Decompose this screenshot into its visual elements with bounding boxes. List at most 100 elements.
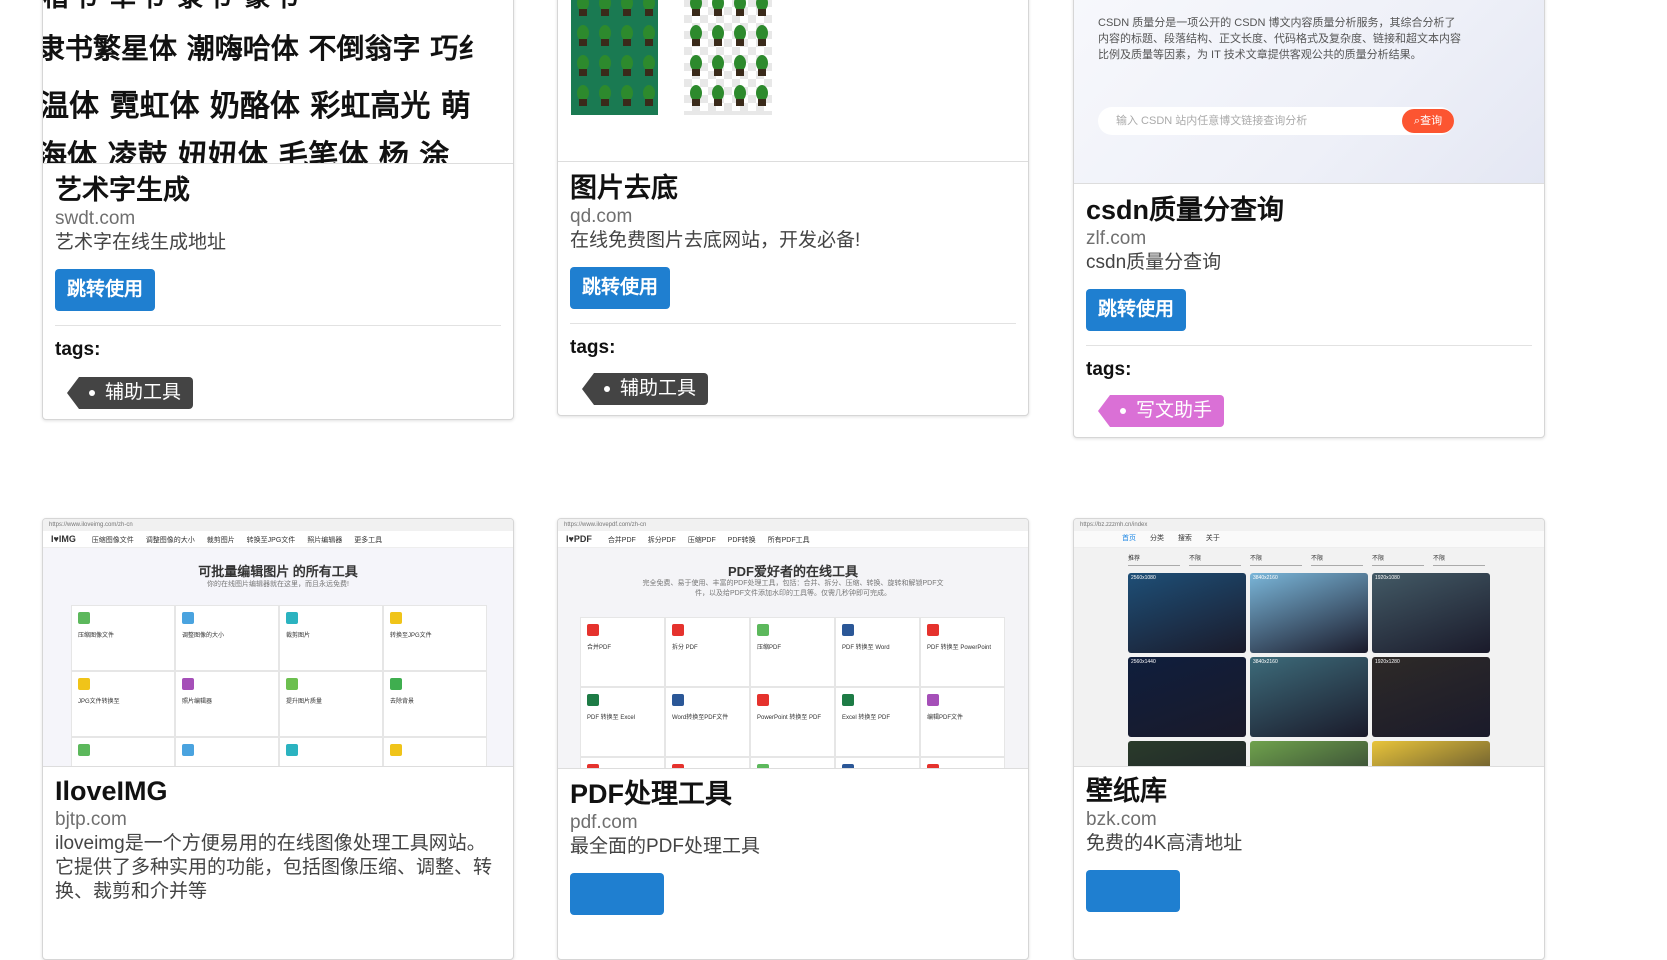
- tool-tile-label: 裁剪图片: [286, 633, 311, 639]
- tool-tile[interactable]: Word转换至PDF文件: [665, 687, 750, 757]
- tool-tile[interactable]: PDF 转换至 PowerPoint: [920, 617, 1005, 687]
- tool-tile[interactable]: [71, 737, 175, 766]
- tool-tile[interactable]: 压缩图像文件: [71, 605, 175, 671]
- jump-use-button[interactable]: 跳转使用: [55, 269, 156, 311]
- tool-tile[interactable]: PowerPoint 转换至 PDF: [750, 687, 835, 757]
- card-title[interactable]: PDF处理工具: [570, 777, 1016, 811]
- tool-tile[interactable]: PDF 转换至 Word: [835, 617, 920, 687]
- wallpaper-thumb[interactable]: [1250, 741, 1368, 766]
- tool-tile-label: Word转换至PDF文件: [672, 715, 729, 721]
- csdn-search-box[interactable]: 输入 CSDN 站内任意博文链接查询分析 ⌕查询: [1098, 107, 1454, 135]
- card-title[interactable]: IloveIMG: [55, 774, 501, 808]
- resolution-label: 2560x1440: [1131, 659, 1156, 665]
- nav-item: 搜索: [1177, 535, 1192, 542]
- tool-tile-label: PDF 转换至 PowerPoint: [927, 645, 992, 651]
- tool-icon: [927, 624, 939, 636]
- jump-use-button[interactable]: [1086, 870, 1180, 912]
- wallpaper-thumb[interactable]: 2560x1080: [1128, 573, 1246, 653]
- tool-tile[interactable]: [580, 757, 665, 768]
- filter-select[interactable]: 不限: [1433, 553, 1485, 566]
- tool-tile[interactable]: [383, 737, 487, 766]
- wallpaper-thumb[interactable]: [1372, 741, 1490, 766]
- filter-select[interactable]: 不限: [1250, 553, 1302, 566]
- card-thumbnail[interactable]: https://www.ilovepdf.com/zh-cn I♥PDF 合并P…: [558, 519, 1028, 769]
- tool-card-pdf: https://www.ilovepdf.com/zh-cn I♥PDF 合并P…: [557, 518, 1029, 960]
- nav-item: 首页: [1122, 535, 1136, 542]
- tag-badge[interactable]: 辅助工具: [581, 373, 709, 405]
- filter-select[interactable]: 不限: [1189, 553, 1241, 566]
- sprite-pot: [736, 39, 744, 46]
- iloveimg-logo: I♥IMG: [51, 534, 76, 544]
- tool-tile[interactable]: 编辑PDF文件: [920, 687, 1005, 757]
- tool-tile[interactable]: 去除背景: [383, 671, 487, 737]
- wallpaper-thumb[interactable]: 1920x1080: [1372, 573, 1490, 653]
- tool-tile[interactable]: 转换至JPG文件: [383, 605, 487, 671]
- tool-tile[interactable]: Excel 转换至 PDF: [835, 687, 920, 757]
- tool-tile[interactable]: PDF 转换至 Excel: [580, 687, 665, 757]
- jump-use-button[interactable]: 跳转使用: [570, 267, 671, 309]
- card-thumbnail[interactable]: https://bz.zzzmh.cn/index 首页 分类 搜索 关于 推荐…: [1074, 519, 1544, 767]
- resolution-label: 3840x2160: [1253, 575, 1278, 581]
- tool-tile[interactable]: 裁剪图片: [279, 605, 383, 671]
- tag-badge[interactable]: 写文助手: [1097, 395, 1225, 427]
- art-font-row: 温体 霓虹体 奶酪体 彩虹高光 萌: [43, 89, 471, 124]
- tool-tile-label: PDF 转换至 Excel: [587, 715, 636, 721]
- jump-use-button[interactable]: [570, 873, 664, 915]
- sprite-plant: [756, 25, 768, 41]
- search-input[interactable]: 输入 CSDN 站内任意博文链接查询分析: [1116, 107, 1307, 135]
- card-description: 免费的4K高清地址: [1086, 833, 1243, 854]
- tool-tile[interactable]: [920, 757, 1005, 768]
- wallpaper-thumb[interactable]: [1128, 741, 1246, 766]
- sprite-pot: [736, 99, 744, 106]
- art-font-row: 海体 凌鼓 妞妞体 毛笔体 杨 涂: [43, 139, 450, 164]
- tool-tile[interactable]: JPG文件转换至: [71, 671, 175, 737]
- wallpaper-thumb[interactable]: 1920x1280: [1372, 657, 1490, 737]
- tool-tile[interactable]: 照片编辑器: [175, 671, 279, 737]
- tool-tile[interactable]: 合并PDF: [580, 617, 665, 687]
- jump-use-button[interactable]: 跳转使用: [1086, 289, 1187, 331]
- csdn-intro-text: CSDN 质量分是一项公开的 CSDN 博文内容质量分析服务，其综合分析了内容的…: [1098, 17, 1461, 61]
- tool-tile[interactable]: 拆分 PDF: [665, 617, 750, 687]
- filter-select[interactable]: 不限: [1311, 553, 1363, 566]
- sprite-pot: [758, 99, 766, 106]
- tag-badge[interactable]: 辅助工具: [66, 377, 194, 409]
- sprite-plant: [734, 25, 746, 41]
- card-title[interactable]: csdn质量分查询: [1086, 193, 1532, 227]
- wallpaper-thumb[interactable]: 3840x2160: [1250, 573, 1368, 653]
- nav-item: 更多工具: [354, 537, 383, 544]
- sprite-pot: [645, 9, 653, 16]
- wallpaper-thumb[interactable]: 3840x2160: [1250, 657, 1368, 737]
- card-thumbnail[interactable]: [558, 0, 1028, 162]
- tool-card-art-font: 楷书 草书 隶书 篆书 隶书繁星体 潮嗨哈体 不倒翁字 巧纟 温体 霓虹体 奶酪…: [42, 0, 514, 420]
- card-title[interactable]: 图片去底: [570, 171, 1016, 205]
- tool-tile-label: 压缩图像文件: [78, 633, 115, 639]
- tool-tile[interactable]: [279, 737, 383, 766]
- card-thumbnail[interactable]: 楷书 草书 隶书 篆书 隶书繁星体 潮嗨哈体 不倒翁字 巧纟 温体 霓虹体 奶酪…: [43, 0, 513, 164]
- sprite-pot: [601, 69, 609, 76]
- tool-tile-label: 压缩PDF: [757, 645, 782, 651]
- sprite-plant: [712, 55, 724, 71]
- tool-tile-label: Excel 转换至 PDF: [842, 715, 891, 721]
- sprite-plant: [621, 55, 633, 71]
- tool-tile-label: 照片编辑器: [182, 699, 213, 705]
- card-thumbnail[interactable]: CSDN 质量分是一项公开的 CSDN 博文内容质量分析服务，其综合分析了内容的…: [1074, 0, 1544, 184]
- tool-tile[interactable]: 压缩PDF: [750, 617, 835, 687]
- wallpaper-thumb[interactable]: 2560x1440: [1128, 657, 1246, 737]
- tool-tile[interactable]: [175, 737, 279, 766]
- card-title[interactable]: 艺术字生成: [55, 173, 501, 207]
- filter-select[interactable]: 推荐: [1128, 553, 1180, 566]
- filter-select[interactable]: 不限: [1372, 553, 1424, 566]
- tool-icon: [390, 678, 402, 690]
- card-thumbnail[interactable]: https://www.iloveimg.com/zh-cn I♥IMG 压缩图…: [43, 519, 513, 767]
- query-button-label: 查询: [1420, 115, 1443, 127]
- tool-tile[interactable]: 调整图像的大小: [175, 605, 279, 671]
- tool-tile[interactable]: 提升图片质量: [279, 671, 383, 737]
- tool-tile-label: 去除背景: [390, 699, 415, 705]
- sprite-plant: [643, 55, 655, 71]
- tool-tile[interactable]: [835, 757, 920, 768]
- card-title[interactable]: 壁纸库: [1086, 774, 1532, 808]
- tool-tile[interactable]: [665, 757, 750, 768]
- tool-tile[interactable]: [750, 757, 835, 768]
- query-button[interactable]: ⌕查询: [1402, 109, 1454, 133]
- tool-icon: [757, 764, 769, 768]
